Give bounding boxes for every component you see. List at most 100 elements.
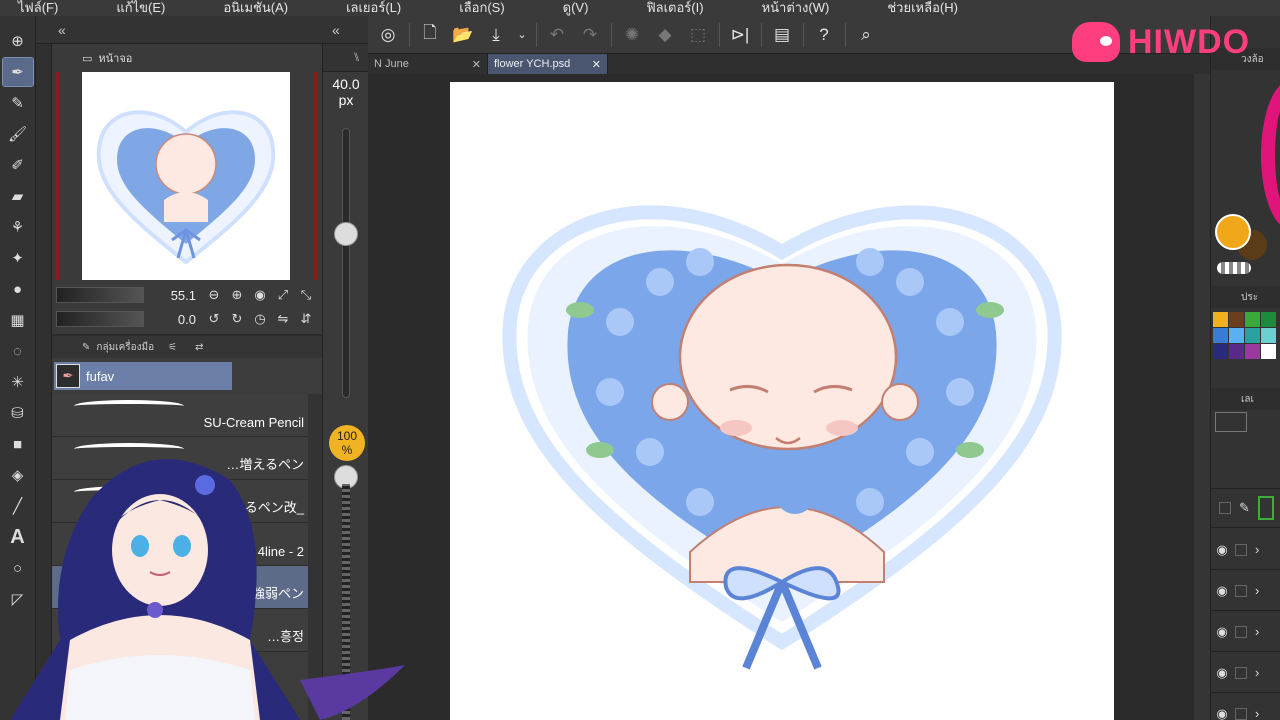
transparent-color-chip[interactable] [1217, 262, 1251, 274]
bucket-icon[interactable]: ⛁ [3, 399, 33, 427]
zoom-slider[interactable] [56, 287, 144, 303]
close-icon[interactable]: ✕ [472, 58, 481, 71]
menu-edit[interactable]: แก้ไข(E) [116, 1, 165, 15]
rotate-slider[interactable] [56, 311, 144, 327]
flip-canvas-icon[interactable]: ⊳| [727, 22, 753, 48]
eye-icon[interactable]: ◉ [1211, 624, 1233, 640]
collapse-right-icon[interactable]: « [332, 22, 340, 38]
layer-row[interactable]: ◉ › [1211, 694, 1280, 720]
navigator-tab[interactable]: ▭ หน้าจอ [52, 44, 322, 72]
new-file-icon[interactable]: 🗋 [417, 22, 443, 48]
zoom-in-icon[interactable]: ⊕ [228, 286, 246, 304]
save-dropdown-icon[interactable]: ⌄ [516, 22, 528, 48]
brush-size-track[interactable] [342, 128, 350, 398]
swap-icon[interactable]: ⇄ [195, 342, 203, 353]
menu-file[interactable]: ไฟล์(F) [18, 1, 58, 15]
layer-checkbox[interactable] [1235, 543, 1247, 556]
layer-checkbox[interactable] [1235, 666, 1247, 679]
magic-wand-icon[interactable]: ✳ [3, 368, 33, 396]
search-icon[interactable]: ⌕ [853, 22, 879, 48]
color-swatch[interactable] [1213, 344, 1228, 359]
close-icon[interactable]: ✕ [592, 58, 601, 71]
eye-icon[interactable]: ◉ [1211, 542, 1233, 558]
move-icon[interactable]: ⊕ [3, 27, 33, 55]
brush-size-readout[interactable]: 40.0 px [323, 76, 369, 108]
airbrush-icon[interactable]: ✐ [3, 151, 33, 179]
settings-slider-icon[interactable]: ⚟ [168, 342, 177, 353]
layer-checkbox[interactable] [1235, 707, 1247, 720]
layer-checkbox[interactable] [1235, 584, 1247, 597]
expand-icon[interactable]: › [1255, 583, 1259, 598]
layer-tab[interactable]: เลเ [1211, 388, 1280, 410]
pencil-icon[interactable]: ✎ [3, 89, 33, 117]
fill-drop-icon[interactable]: ● [3, 275, 33, 303]
color-swatch[interactable] [1229, 344, 1244, 359]
menu-layer[interactable]: เลเยอร์(L) [346, 1, 401, 15]
layer-row[interactable]: ◉ › [1211, 571, 1280, 611]
color-swatch[interactable] [1229, 312, 1244, 327]
expand-icon[interactable]: › [1255, 665, 1259, 680]
blend-icon[interactable]: ⚘ [3, 213, 33, 241]
undo-icon[interactable]: ↶ [544, 22, 570, 48]
color-swatch[interactable] [1261, 328, 1276, 343]
clip-studio-icon[interactable]: ◎ [375, 22, 401, 48]
color-swatch[interactable] [1213, 328, 1228, 343]
menu-window[interactable]: หน้าต่าง(W) [762, 1, 830, 15]
color-swatch[interactable] [1229, 328, 1244, 343]
open-folder-icon[interactable]: 📂 [450, 22, 476, 48]
navigator-preview[interactable] [82, 72, 290, 280]
canvas-paper[interactable] [450, 82, 1114, 720]
layer-color-icon[interactable] [1257, 496, 1274, 520]
collapse-left-icon[interactable]: « [58, 22, 66, 38]
zoom-out-icon[interactable]: ⊖ [205, 286, 223, 304]
layer-lock-checkbox[interactable] [1219, 502, 1231, 514]
fit-window-icon[interactable]: ⤢ [274, 286, 292, 304]
color-swatch[interactable] [1213, 312, 1228, 327]
color-swatch[interactable] [1245, 312, 1260, 327]
layer-pen-icon[interactable]: ✎ [1239, 500, 1250, 516]
fill-selection-icon[interactable]: ◆ [652, 22, 678, 48]
brush-item[interactable]: SU-Cream Pencil [52, 394, 308, 437]
rotate-value[interactable]: 0.0 [166, 312, 196, 327]
expand-icon[interactable]: › [1255, 542, 1259, 557]
flip-vertical-icon[interactable]: ⇵ [297, 310, 315, 328]
zoom-fit-icon[interactable]: ◉ [251, 286, 269, 304]
canvas-vertical-scrollbar[interactable] [1194, 74, 1210, 720]
menu-animation[interactable]: อนิเมชัน(A) [223, 1, 288, 15]
subtool-group-selected[interactable]: ✒ fufav [54, 362, 232, 390]
menu-filter[interactable]: ฟิลเตอร์(I) [646, 1, 703, 15]
doc-tab-active[interactable]: flower YCH.psd ✕ [488, 54, 608, 74]
color-swatch[interactable] [1245, 344, 1260, 359]
eye-icon[interactable]: ◉ [1211, 706, 1233, 720]
eye-icon[interactable]: ◉ [1211, 665, 1233, 681]
rotate-left-icon[interactable]: ↺ [205, 310, 223, 328]
companion-mode-icon[interactable]: ▤ [769, 22, 795, 48]
color-swatch[interactable] [1261, 312, 1276, 327]
menu-select[interactable]: เลือก(S) [459, 1, 504, 15]
brush-size-thumb[interactable] [334, 222, 358, 246]
main-color-chip[interactable] [1215, 214, 1251, 250]
save-icon[interactable]: ⤓ [483, 22, 509, 48]
color-palette-tab[interactable]: ประ [1211, 286, 1280, 308]
reset-rotate-icon[interactable]: ◷ [251, 310, 269, 328]
menu-help[interactable]: ช่วยเหลือ(H) [887, 1, 958, 15]
help-icon[interactable]: ? [811, 22, 837, 48]
color-swatch[interactable] [1261, 344, 1276, 359]
sparkle-icon[interactable]: ✦ [3, 244, 33, 272]
layer-row[interactable]: ◉ › [1211, 530, 1280, 570]
zoom-value[interactable]: 55.1 [166, 288, 196, 303]
grid-icon[interactable]: ▦ [3, 306, 33, 334]
eraser-icon[interactable]: ▰ [3, 182, 33, 210]
expand-icon[interactable]: › [1255, 624, 1259, 639]
pen-icon[interactable]: ✒ [1, 57, 34, 87]
transform-icon[interactable]: ⬚ [685, 22, 711, 48]
layer-row[interactable]: ◉ › [1211, 612, 1280, 652]
color-wheel[interactable] [1261, 80, 1280, 230]
subtool-tab[interactable]: ✎ กลุ่มเครื่องมือ ⚟ ⇄ [52, 336, 322, 358]
rotate-right-icon[interactable]: ↻ [228, 310, 246, 328]
actual-size-icon[interactable]: ⤡ [297, 286, 315, 304]
blend-mode-select[interactable] [1215, 412, 1247, 432]
menu-view[interactable]: ดู(V) [563, 1, 589, 15]
brush-icon[interactable]: 🖌 [3, 120, 33, 148]
redo-icon[interactable]: ↷ [577, 22, 603, 48]
